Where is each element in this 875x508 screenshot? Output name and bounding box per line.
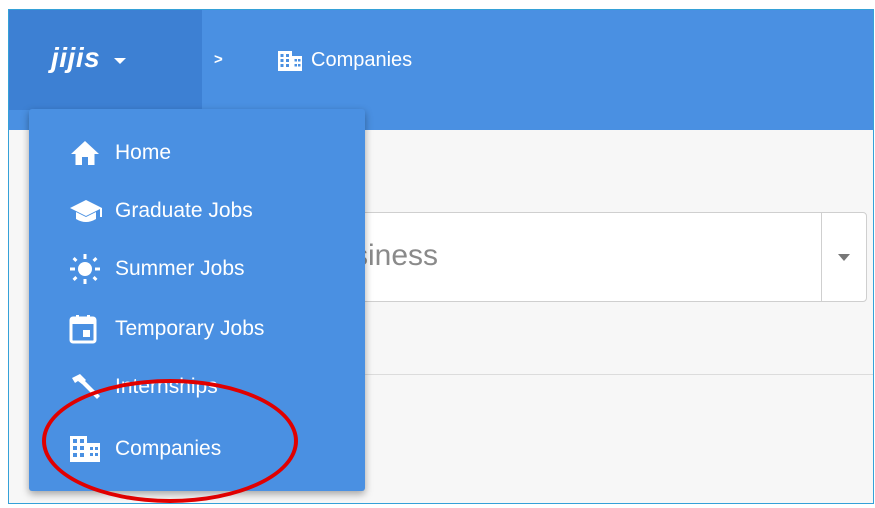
menu-item-companies[interactable]: Companies [29,421,365,477]
menu-item-internships[interactable]: Internships [29,359,365,415]
hammer-icon [69,370,109,404]
caret-down-icon [114,58,127,64]
menu-item-temporary-jobs[interactable]: Temporary Jobs [29,301,365,357]
building-icon [69,432,109,466]
app-window: jijis > Companies siness Home Graduate J… [8,9,874,504]
sun-icon [69,252,109,286]
menu-item-label: Graduate Jobs [115,199,253,222]
content-divider [359,374,873,375]
menu-item-label: Internships [115,375,218,398]
menu-item-label: Temporary Jobs [115,317,265,340]
breadcrumb-current[interactable]: Companies [277,49,412,72]
category-select-value: siness [353,239,439,272]
breadcrumb-label: Companies [311,49,413,71]
building-icon [278,50,302,71]
menu-item-summer-jobs[interactable]: Summer Jobs [29,241,365,297]
navigation-dropdown-menu: Home Graduate Jobs Summer Jobs Temporary… [29,109,365,491]
select-dropdown-toggle[interactable] [821,213,866,301]
menu-item-label: Summer Jobs [115,257,245,280]
breadcrumb-separator: > [214,51,223,68]
menu-item-graduate-jobs[interactable]: Graduate Jobs [29,183,365,239]
menu-item-label: Home [115,141,172,164]
menu-item-home[interactable]: Home [29,125,365,181]
brand-logo: jijis [51,42,101,73]
graduation-cap-icon [69,194,109,228]
chevron-down-icon [838,253,850,261]
home-icon [69,136,109,170]
calendar-icon [69,312,109,346]
brand-menu-toggle[interactable]: jijis [9,10,202,110]
menu-item-label: Companies [115,437,222,460]
